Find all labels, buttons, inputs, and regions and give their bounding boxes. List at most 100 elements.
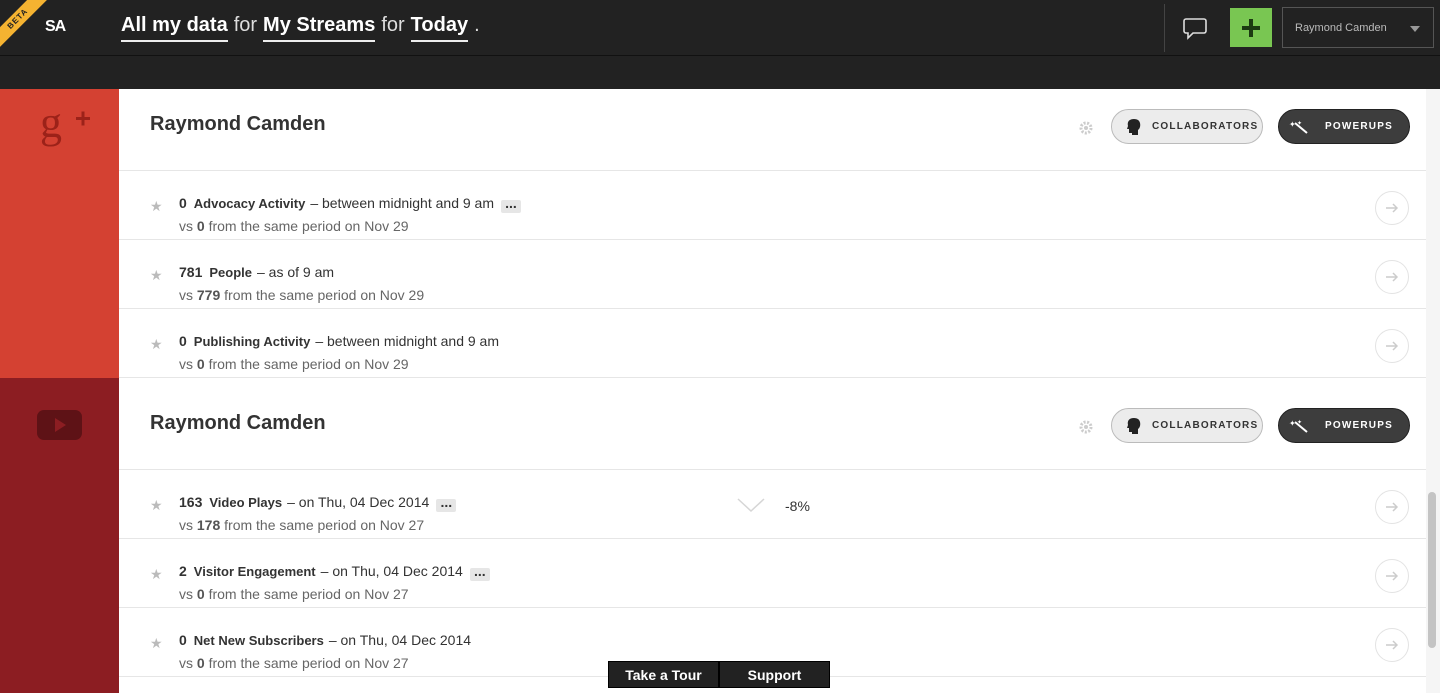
svg-text:✦: ✦ (1289, 419, 1296, 428)
metric-period: – on Thu, 04 Dec 2014 (287, 494, 430, 510)
more-options-button[interactable]: ... (436, 495, 457, 512)
compare-value: 178 (196, 517, 221, 533)
metric-comparison: vs 0 from the same period on Nov 29 (179, 356, 409, 372)
breadcrumb-joiner: for (381, 14, 405, 36)
youtube-icon[interactable] (37, 410, 83, 442)
open-metric-button[interactable] (1375, 260, 1409, 294)
metric-headline: 163 Video Plays – on Thu, 04 Dec 2014 ..… (179, 494, 457, 512)
star-icon[interactable]: ★ (150, 497, 163, 514)
trend-down-icon (737, 498, 765, 513)
arrow-right-icon (1386, 640, 1399, 650)
vs-prefix: vs (179, 356, 193, 372)
user-menu-select[interactable]: Raymond Camden (1282, 7, 1434, 48)
chat-button[interactable] (1180, 16, 1210, 42)
person-head-icon (1127, 118, 1141, 135)
open-metric-button[interactable] (1375, 559, 1409, 593)
vs-prefix: vs (179, 287, 193, 303)
star-icon[interactable]: ★ (150, 566, 163, 583)
google-plus-icon[interactable]: g (38, 99, 94, 155)
metric-value: 163 (179, 494, 203, 510)
powerups-label: POWERUPS (1325, 121, 1393, 132)
magic-wand-icon: ✦ ✦ (1289, 419, 1308, 433)
plus-icon (1242, 18, 1260, 37)
open-metric-button[interactable] (1375, 329, 1409, 363)
vs-prefix: vs (179, 218, 193, 234)
star-icon[interactable]: ★ (150, 267, 163, 284)
vs-prefix: vs (179, 655, 193, 671)
svg-text:✦: ✦ (1297, 419, 1302, 426)
compare-suffix: from the same period on Nov 27 (208, 655, 409, 671)
stream-title: Raymond Camden (150, 113, 326, 135)
scrollbar-thumb[interactable] (1428, 492, 1436, 648)
person-head-icon (1127, 417, 1141, 434)
svg-text:✦: ✦ (1297, 120, 1302, 127)
open-metric-button[interactable] (1375, 191, 1409, 225)
user-menu-label: Raymond Camden (1295, 21, 1387, 34)
collaborators-label: COLLABORATORS (1152, 121, 1259, 132)
breadcrumb: All my data for My Streams for Today . (121, 14, 480, 42)
metric-value: 0 (179, 333, 187, 349)
metric-name: Publishing Activity (193, 334, 311, 349)
gear-icon[interactable] (1079, 121, 1093, 135)
metric-row[interactable]: ★ 781 People – as of 9 am vs 779 from th… (119, 240, 1426, 309)
metric-value: 0 (179, 195, 187, 211)
star-icon[interactable]: ★ (150, 635, 163, 652)
metric-headline: 2 Visitor Engagement – on Thu, 04 Dec 20… (179, 563, 490, 581)
percent-change: -8% (785, 498, 810, 514)
compare-suffix: from the same period on Nov 29 (208, 356, 409, 372)
metric-name: Advocacy Activity (193, 196, 306, 211)
more-options-button[interactable]: ... (501, 196, 521, 213)
breadcrumb-end: . (474, 14, 480, 36)
metric-value: 0 (179, 632, 187, 648)
compare-suffix: from the same period on Nov 27 (208, 586, 409, 602)
compare-suffix: from the same period on Nov 27 (224, 517, 425, 533)
metric-value: 2 (179, 563, 187, 579)
metric-comparison: vs 0 from the same period on Nov 29 (179, 218, 409, 234)
open-metric-button[interactable] (1375, 490, 1409, 524)
stream-youtube: Raymond Camden COLLABORATORS ✦ ✦ POWERUP… (0, 378, 1426, 693)
stream-title: Raymond Camden (150, 412, 326, 434)
star-icon[interactable]: ★ (150, 198, 163, 215)
powerups-button[interactable]: ✦ ✦ POWERUPS (1278, 109, 1410, 144)
sub-bar (0, 56, 1440, 89)
stream-scope-selector[interactable]: My Streams (263, 14, 376, 42)
footer-tabs: Take a Tour Support (608, 661, 830, 688)
chat-bubble-icon (1183, 18, 1207, 40)
chevron-down-icon (1410, 26, 1420, 32)
data-scope-selector[interactable]: All my data (121, 14, 228, 42)
add-stream-button[interactable] (1230, 8, 1272, 47)
metric-name: People (209, 265, 252, 280)
powerups-button[interactable]: ✦ ✦ POWERUPS (1278, 408, 1410, 443)
metric-row[interactable]: ★ 0 Publishing Activity – between midnig… (119, 309, 1426, 378)
arrow-right-icon (1386, 203, 1399, 213)
metric-period: – between midnight and 9 am (310, 195, 494, 211)
metric-period: – on Thu, 04 Dec 2014 (320, 563, 463, 579)
take-tour-button[interactable]: Take a Tour (608, 661, 719, 688)
collaborators-button[interactable]: COLLABORATORS (1111, 408, 1263, 443)
beta-ribbon: BETA (0, 0, 48, 48)
stream-content: Raymond Camden COLLABORATORS ✦ ✦ POWERUP… (119, 89, 1426, 378)
compare-suffix: from the same period on Nov 29 (224, 287, 425, 303)
metric-comparison: vs 178 from the same period on Nov 27 (179, 517, 424, 533)
support-button[interactable]: Support (719, 661, 830, 688)
metric-row[interactable]: ★ 2 Visitor Engagement – on Thu, 04 Dec … (119, 539, 1426, 608)
magic-wand-icon: ✦ ✦ (1289, 120, 1308, 134)
open-metric-button[interactable] (1375, 628, 1409, 662)
compare-value: 779 (196, 287, 221, 303)
metric-comparison: vs 779 from the same period on Nov 29 (179, 287, 424, 303)
app-logo[interactable]: SA (45, 18, 66, 36)
metric-headline: 0 Publishing Activity – between midnight… (179, 333, 499, 349)
metric-row[interactable]: ★ 0 Advocacy Activity – between midnight… (119, 171, 1426, 240)
stream-header: Raymond Camden COLLABORATORS ✦ ✦ POWERUP… (119, 378, 1426, 470)
arrow-right-icon (1386, 341, 1399, 351)
star-icon[interactable]: ★ (150, 336, 163, 353)
time-scope-selector[interactable]: Today (410, 14, 469, 42)
gear-icon[interactable] (1079, 420, 1093, 434)
metric-row[interactable]: ★ 163 Video Plays – on Thu, 04 Dec 2014 … (119, 470, 1426, 539)
compare-value: 0 (196, 586, 205, 602)
metric-name: Net New Subscribers (193, 633, 324, 648)
more-options-button[interactable]: ... (469, 564, 490, 581)
stream-google-plus: g Raymond Camden COLLABORATORS ✦ ✦ POWER… (0, 89, 1426, 378)
collaborators-button[interactable]: COLLABORATORS (1111, 109, 1263, 144)
stream-rail (0, 378, 119, 693)
